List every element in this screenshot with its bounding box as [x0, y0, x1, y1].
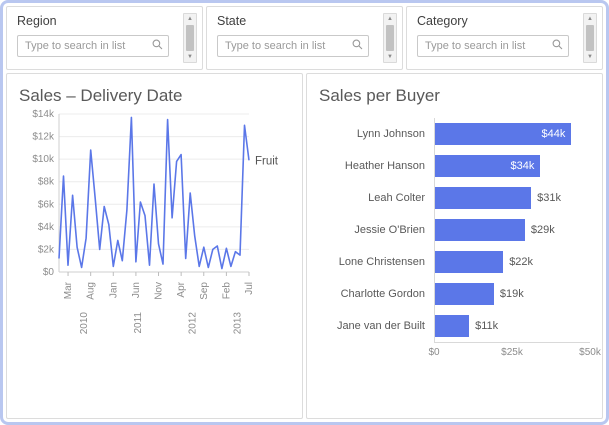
filter-region-search[interactable] — [17, 35, 169, 57]
year-label: 2012 — [187, 312, 198, 335]
bar-row: Jane van der Built $11k — [319, 310, 590, 342]
listbox-scrollbar[interactable]: ▲ ▼ — [583, 13, 597, 63]
filter-category-search[interactable] — [417, 35, 569, 57]
bar-row: Charlotte Gordon $19k — [319, 278, 590, 310]
year-label: 2013 — [233, 312, 244, 335]
bar-value: $44k — [542, 128, 572, 140]
bar-category-label[interactable]: Lone Christensen — [319, 256, 434, 268]
x-axis-tick-label: $50k — [579, 347, 601, 358]
year-label: 2011 — [133, 312, 144, 334]
bar-track: $44k — [434, 118, 590, 150]
x-tick-label: Jul — [244, 282, 255, 295]
filter-region-title: Region — [17, 14, 192, 28]
y-tick-label: $4k — [38, 222, 55, 233]
filter-state-title: State — [217, 14, 392, 28]
bar-track: $34k — [434, 150, 590, 182]
scroll-down-icon[interactable]: ▼ — [387, 53, 393, 61]
search-icon — [152, 37, 163, 55]
filter-category: Category ▲ ▼ — [406, 6, 603, 70]
listbox-scrollbar[interactable]: ▲ ▼ — [383, 13, 397, 63]
bar[interactable] — [435, 187, 531, 209]
scroll-down-icon[interactable]: ▼ — [187, 53, 193, 61]
bar-category-label[interactable]: Charlotte Gordon — [319, 288, 434, 300]
scroll-up-icon[interactable]: ▲ — [587, 15, 593, 23]
search-icon — [352, 37, 363, 55]
bar-category-label[interactable]: Heather Hanson — [319, 160, 434, 172]
x-axis-tick-label: $25k — [501, 347, 523, 358]
sales-line[interactable] — [59, 117, 249, 268]
x-tick-label: Aug — [86, 282, 97, 300]
bar-row: Heather Hanson $34k — [319, 150, 590, 182]
bar-category-label[interactable]: Jessie O'Brien — [319, 224, 434, 236]
listbox-scrollbar[interactable]: ▲ ▼ — [183, 13, 197, 63]
bar[interactable] — [435, 251, 503, 273]
year-label: 2010 — [79, 312, 90, 335]
filter-state: State ▲ ▼ — [206, 6, 403, 70]
x-tick-label: Jan — [108, 282, 119, 298]
bar-track: $19k — [434, 278, 590, 310]
dashboard: Region ▲ ▼ State ▲ — [0, 0, 609, 425]
scrollbar-thumb[interactable] — [186, 25, 194, 51]
bar[interactable]: $34k — [435, 155, 540, 177]
bar[interactable]: $44k — [435, 123, 571, 145]
filter-category-title: Category — [417, 14, 592, 28]
bar-row: Lone Christensen $22k — [319, 246, 590, 278]
bar-row: Lynn Johnson $44k — [319, 118, 590, 150]
x-axis-tick-label: $0 — [428, 347, 439, 358]
x-tick-label: Apr — [176, 281, 187, 297]
x-tick-label: Nov — [154, 282, 165, 300]
bar-category-label[interactable]: Lynn Johnson — [319, 128, 434, 140]
bar-value: $22k — [509, 256, 533, 268]
y-tick-label: $6k — [38, 199, 55, 210]
filter-state-search-input[interactable] — [223, 39, 352, 53]
bar-value: $31k — [537, 192, 561, 204]
bar-row: Leah Colter $31k — [319, 182, 590, 214]
y-tick-label: $0 — [43, 267, 55, 278]
bar-track: $22k — [434, 246, 590, 278]
filter-state-search[interactable] — [217, 35, 369, 57]
bar-chart-panel: Sales per Buyer Lynn Johnson $44k Heather … — [306, 73, 603, 419]
line-chart-panel: Sales – Delivery Date $0 $2k $4k $6k $8k $10k… — [6, 73, 303, 419]
bar[interactable] — [435, 219, 525, 241]
scrollbar-thumb[interactable] — [586, 25, 594, 51]
bar-category-label[interactable]: Leah Colter — [319, 192, 434, 204]
filter-region: Region ▲ ▼ — [6, 6, 203, 70]
scrollbar-thumb[interactable] — [386, 25, 394, 51]
bar-chart-title: Sales per Buyer — [319, 86, 590, 106]
bar-track: $31k — [434, 182, 590, 214]
x-tick-label: Jun — [131, 282, 142, 298]
filter-region-search-input[interactable] — [23, 39, 152, 53]
series-annotation: Fruit — [255, 155, 279, 167]
bar-track: $11k — [434, 310, 590, 342]
bar[interactable] — [435, 283, 494, 305]
x-tick-label: Mar — [63, 281, 74, 299]
bar-row: Jessie O'Brien $29k — [319, 214, 590, 246]
bar-value: $11k — [475, 320, 498, 332]
x-tick-label: Sep — [199, 282, 210, 300]
scroll-up-icon[interactable]: ▲ — [187, 15, 193, 23]
bar-value: $19k — [500, 288, 524, 300]
search-icon — [552, 37, 563, 55]
bar[interactable] — [435, 315, 469, 337]
scroll-up-icon[interactable]: ▲ — [387, 15, 393, 23]
filter-row: Region ▲ ▼ State ▲ — [6, 6, 603, 70]
charts-row: Sales – Delivery Date $0 $2k $4k $6k $8k $10k… — [6, 73, 603, 419]
bar-chart-x-axis: $0$25k$50k — [434, 342, 590, 360]
line-chart-title: Sales – Delivery Date — [19, 86, 290, 106]
bar-value: $29k — [531, 224, 555, 236]
scroll-down-icon[interactable]: ▼ — [587, 53, 593, 61]
y-tick-label: $14k — [32, 109, 55, 120]
y-tick-label: $10k — [32, 154, 55, 165]
bar-chart: Lynn Johnson $44k Heather Hanson $34k Leah C… — [319, 118, 590, 342]
y-tick-label: $8k — [38, 177, 55, 188]
x-tick-label: Feb — [221, 282, 232, 300]
filter-category-search-input[interactable] — [423, 39, 552, 53]
bar-track: $29k — [434, 214, 590, 246]
y-tick-label: $2k — [38, 244, 55, 255]
line-chart[interactable]: $0 $2k $4k $6k $8k $10k $12k $14k Mar Aug Jan Jun No… — [19, 108, 290, 356]
bar-category-label[interactable]: Jane van der Built — [319, 320, 434, 332]
y-tick-label: $12k — [32, 132, 55, 143]
bar-value: $34k — [511, 160, 541, 172]
